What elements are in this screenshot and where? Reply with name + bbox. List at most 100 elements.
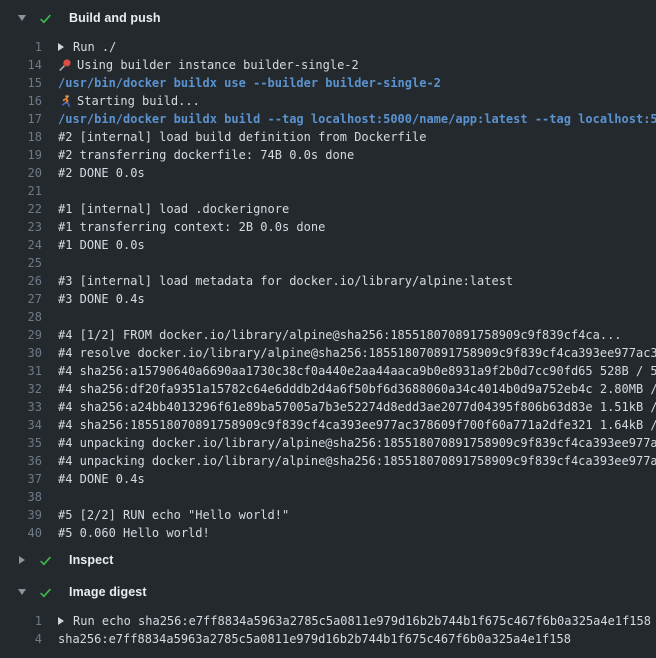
line-number[interactable]: 33 [0,398,42,416]
section-title: Inspect [69,553,113,567]
line-text: #4 resolve docker.io/library/alpine@sha2… [58,344,656,362]
line-number[interactable]: 38 [0,488,42,506]
line-number[interactable]: 14 [0,56,42,74]
section-header[interactable]: Build and push [0,4,656,32]
line-number[interactable]: 28 [0,308,42,326]
line-content: #3 [internal] load metadata for docker.i… [58,272,656,290]
line-number[interactable]: 19 [0,146,42,164]
line-number[interactable]: 29 [0,326,42,344]
log-line[interactable]: 26 #3 [internal] load metadata for docke… [0,272,656,290]
log-line[interactable]: 14 Using builder instance builder-single… [0,56,656,74]
log-line[interactable]: 20 #2 DONE 0.0s [0,164,656,182]
line-content: Run echo sha256:e7ff8834a5963a2785c5a081… [58,612,656,630]
log-line[interactable]: 31 #4 sha256:a15790640a6690aa1730c38cf0a… [0,362,656,380]
actions-log-panel: Build and push 1 Run ./ [0,0,656,658]
line-number[interactable]: 40 [0,524,42,542]
line-number[interactable]: 22 [0,200,42,218]
line-text: Run echo sha256:e7ff8834a5963a2785c5a081… [73,612,651,630]
line-content: Run ./ [58,38,656,56]
log-section-inspect: Inspect [0,546,656,574]
line-number[interactable]: 27 [0,290,42,308]
line-text: /usr/bin/docker buildx use --builder bui… [58,74,441,92]
line-text: #5 [2/2] RUN echo "Hello world!" [58,506,289,524]
line-content: /usr/bin/docker buildx build --tag local… [58,110,656,128]
line-number[interactable]: 36 [0,452,42,470]
line-content: #2 [internal] load build definition from… [58,128,656,146]
section-header[interactable]: Image digest [0,578,656,606]
section-header[interactable]: Inspect [0,546,656,574]
log-line[interactable]: 15 /usr/bin/docker buildx use --builder … [0,74,656,92]
line-text: Run ./ [73,38,116,56]
line-number[interactable]: 1 [0,612,42,630]
line-number[interactable]: 16 [0,92,42,110]
line-number[interactable]: 32 [0,380,42,398]
line-number[interactable]: 31 [0,362,42,380]
line-content: Starting build... [58,92,656,110]
log-line[interactable]: 19 #2 transferring dockerfile: 74B 0.0s … [0,146,656,164]
line-content: #4 sha256:a24bb4013296f61e89ba57005a7b3e… [58,398,656,416]
line-number[interactable]: 17 [0,110,42,128]
line-content: #4 DONE 0.4s [58,470,656,488]
log-line[interactable]: 34 #4 sha256:185518070891758909c9f839cf4… [0,416,656,434]
line-number[interactable]: 34 [0,416,42,434]
line-content: #4 unpacking docker.io/library/alpine@sh… [58,452,656,470]
line-number[interactable]: 37 [0,470,42,488]
log-line[interactable]: 16 Starting build... [0,92,656,110]
line-text: #3 DONE 0.4s [58,290,145,308]
section-title: Image digest [69,585,147,599]
log-line[interactable]: 29 #4 [1/2] FROM docker.io/library/alpin… [0,326,656,344]
line-number[interactable]: 30 [0,344,42,362]
line-number[interactable]: 20 [0,164,42,182]
log-line[interactable]: 40 #5 0.060 Hello world! [0,524,656,542]
log-line[interactable]: 36 #4 unpacking docker.io/library/alpine… [0,452,656,470]
section-log-lines: 1 Run ./ 14 [0,32,656,542]
log-line[interactable]: 18 #2 [internal] load build definition f… [0,128,656,146]
line-number[interactable]: 35 [0,434,42,452]
log-line[interactable]: 27 #3 DONE 0.4s [0,290,656,308]
log-line[interactable]: 22 #1 [internal] load .dockerignore [0,200,656,218]
log-line[interactable]: 1 Run echo sha256:e7ff8834a5963a2785c5a0… [0,612,656,630]
section-toggle-icon[interactable] [17,587,27,597]
line-number[interactable]: 1 [0,38,42,56]
line-text: #4 sha256:a24bb4013296f61e89ba57005a7b3e… [58,398,656,416]
log-line[interactable]: 23 #1 transferring context: 2B 0.0s done [0,218,656,236]
line-text: #2 transferring dockerfile: 74B 0.0s don… [58,146,354,164]
log-line[interactable]: 35 #4 unpacking docker.io/library/alpine… [0,434,656,452]
section-toggle-icon[interactable] [17,555,27,565]
log-line[interactable]: 33 #4 sha256:a24bb4013296f61e89ba57005a7… [0,398,656,416]
log-line[interactable]: 21 [0,182,656,200]
line-number[interactable]: 18 [0,128,42,146]
log-line[interactable]: 4 sha256:e7ff8834a5963a2785c5a0811e979d1… [0,630,656,648]
line-number[interactable]: 25 [0,254,42,272]
line-content: #5 0.060 Hello world! [58,524,656,542]
line-number[interactable]: 4 [0,630,42,648]
log-line[interactable]: 1 Run ./ [0,38,656,56]
line-text: #4 sha256:df20fa9351a15782c64e6dddb2d4a6… [58,380,656,398]
line-content: #4 sha256:a15790640a6690aa1730c38cf0a440… [58,362,656,380]
log-line[interactable]: 37 #4 DONE 0.4s [0,470,656,488]
log-line[interactable]: 39 #5 [2/2] RUN echo "Hello world!" [0,506,656,524]
log-line[interactable]: 38 [0,488,656,506]
expander-icon[interactable] [58,43,66,51]
log-line[interactable]: 28 [0,308,656,326]
log-line[interactable]: 25 [0,254,656,272]
line-number[interactable]: 21 [0,182,42,200]
section-toggle-icon[interactable] [17,13,27,23]
log-line[interactable]: 17 /usr/bin/docker buildx build --tag lo… [0,110,656,128]
log-line[interactable]: 24 #1 DONE 0.0s [0,236,656,254]
log-line[interactable]: 32 #4 sha256:df20fa9351a15782c64e6dddb2d… [0,380,656,398]
line-number[interactable]: 26 [0,272,42,290]
expander-icon[interactable] [58,617,66,625]
line-text: #4 DONE 0.4s [58,470,145,488]
log-line[interactable]: 30 #4 resolve docker.io/library/alpine@s… [0,344,656,362]
section-title: Build and push [69,11,161,25]
line-text: /usr/bin/docker buildx build --tag local… [58,110,656,128]
line-number[interactable]: 23 [0,218,42,236]
line-content: #3 DONE 0.4s [58,290,656,308]
line-text: #4 sha256:a15790640a6690aa1730c38cf0a440… [58,362,656,380]
line-text: #4 [1/2] FROM docker.io/library/alpine@s… [58,326,622,344]
line-number[interactable]: 39 [0,506,42,524]
success-check-icon [38,553,53,568]
line-number[interactable]: 24 [0,236,42,254]
line-number[interactable]: 15 [0,74,42,92]
